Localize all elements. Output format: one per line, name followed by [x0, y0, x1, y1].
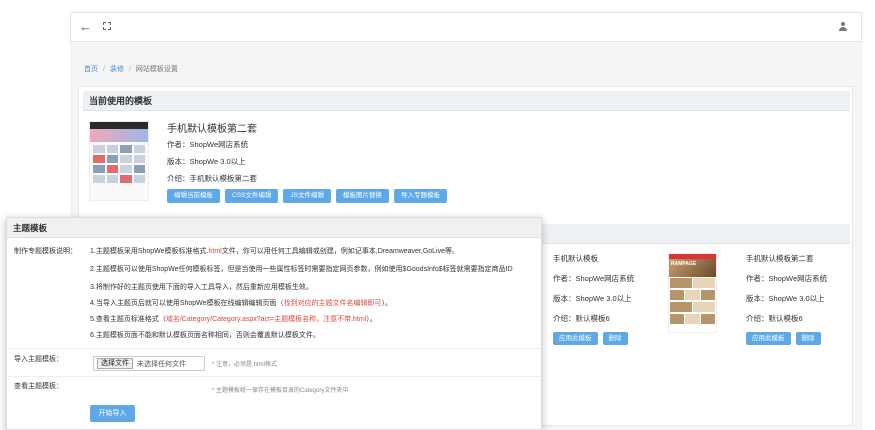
- instructions-label: 制作专题模板说明：: [14, 248, 77, 255]
- delete-template-button[interactable]: 删除: [602, 332, 628, 345]
- template-card-version: 版本：ShopWe 3.0以上: [746, 294, 825, 303]
- instruction-line-6: 6.主题模板页面不能和默认模板页面名称相同，否则会覆盖默认模板文件。: [90, 332, 320, 339]
- top-toolbar: ←: [70, 12, 862, 42]
- import-topic-button[interactable]: 导入专题模板: [393, 189, 447, 203]
- current-template-thumbnail: [89, 121, 149, 201]
- current-template-author: 作者：ShopWe网店系统: [167, 140, 249, 149]
- template-card-name: 手机默认模板第二套: [746, 254, 814, 263]
- delete-template-button[interactable]: 删除: [795, 332, 821, 345]
- import-label: 导入主题模板：: [14, 356, 63, 363]
- instruction-line-5: 5.查看主题页标准格式（域名/Category/Category.aspx?ac…: [90, 316, 377, 323]
- view-label: 查看主题模板：: [14, 383, 63, 390]
- breadcrumb-home[interactable]: 首页: [84, 66, 98, 73]
- edit-template-button[interactable]: 编辑当前模板: [167, 189, 220, 203]
- apply-template-button[interactable]: 应用此模板: [553, 332, 598, 345]
- instruction-line-3: 3.将制作好的主题页使用下面的导入工具导入，然后重新应用模板生效。: [90, 284, 313, 291]
- divider: [7, 376, 541, 377]
- current-template-name: 手机默认模板第二套: [167, 124, 257, 135]
- instruction-line-1: 1.主题模板采用ShopWe模板标准格式.html文件，你可以用任何工具编辑或创…: [90, 248, 460, 255]
- template-card-2-thumbnail: RAMPAGE: [668, 253, 717, 333]
- current-template-intro: 介绍：手机默认模板第二套: [167, 174, 257, 183]
- file-input[interactable]: 选择文件 未选择任何文件: [93, 356, 205, 371]
- image-replace-button[interactable]: 模板图片替换: [335, 189, 389, 203]
- file-status: 未选择任何文件: [137, 360, 186, 368]
- template-card-intro: 介绍：默认模板6: [553, 314, 610, 323]
- instruction-line-2: 2.主题模板可以使用ShopWe任何模板标签，但是当使用一些属性标签时需要指定网…: [90, 266, 513, 273]
- dialog-title: 主题模板: [7, 218, 541, 238]
- css-edit-button[interactable]: CSS文件编辑: [225, 189, 279, 203]
- js-edit-button[interactable]: JS文件编辑: [283, 189, 331, 203]
- import-note: * 注意，必须是.html格式: [212, 362, 278, 368]
- template-card-1: 手机默认模板 作者：ShopWe网店系统 版本：ShopWe 3.0以上 介绍：…: [553, 247, 634, 345]
- template-card-author: 作者：ShopWe网店系统: [553, 274, 635, 283]
- arrow-left-icon[interactable]: ←: [79, 20, 92, 34]
- user-icon[interactable]: [839, 22, 847, 32]
- breadcrumb-decor[interactable]: 装修: [110, 66, 124, 73]
- apply-template-button[interactable]: 应用此模板: [746, 332, 791, 345]
- divider: [7, 348, 541, 349]
- template-card-version: 版本：ShopWe 3.0以上: [553, 294, 632, 303]
- template-card-intro: 介绍：默认模板6: [746, 314, 803, 323]
- current-template-version: 版本：ShopWe 3.0以上: [167, 157, 246, 166]
- current-template-actions: 编辑当前模板 CSS文件编辑 JS文件编辑 模板图片替换 导入专题模板: [167, 189, 447, 203]
- template-card-author: 作者：ShopWe网店系统: [746, 274, 828, 283]
- template-card-name: 手机默认模板: [553, 254, 598, 263]
- fullscreen-icon[interactable]: [103, 22, 111, 30]
- template-card-2: 手机默认模板第二套 作者：ShopWe网店系统 版本：ShopWe 3.0以上 …: [746, 247, 827, 345]
- breadcrumb-current: 网站模板设置: [135, 66, 178, 73]
- start-import-button[interactable]: 开始导入: [90, 405, 135, 422]
- topic-template-dialog: 主题模板 制作专题模板说明： 1.主题模板采用ShopWe模板标准格式.html…: [6, 217, 542, 430]
- view-note: * 主题模板统一保存在模板目录的Category文件夹中: [212, 388, 349, 394]
- current-template-heading: 当前使用的模板: [83, 91, 850, 111]
- choose-file-button[interactable]: 选择文件: [97, 358, 133, 369]
- breadcrumb: 首页 / 装修 / 网站模板设置: [84, 66, 178, 73]
- instruction-line-4: 4.当导入主题页后就可以使用ShopWe模板在线编辑编辑页面（找到对应的主题文件…: [90, 300, 393, 307]
